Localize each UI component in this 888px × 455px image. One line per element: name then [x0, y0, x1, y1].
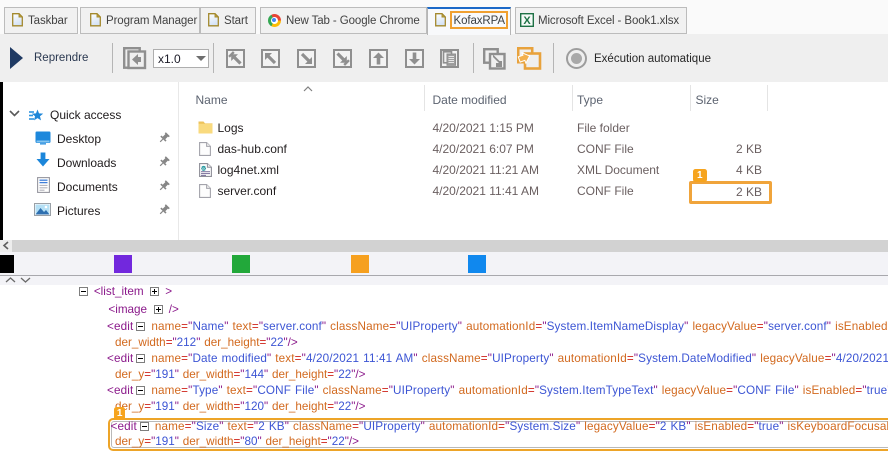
- svg-text:X: X: [523, 15, 531, 27]
- svg-text:<e>: <e>: [199, 166, 207, 171]
